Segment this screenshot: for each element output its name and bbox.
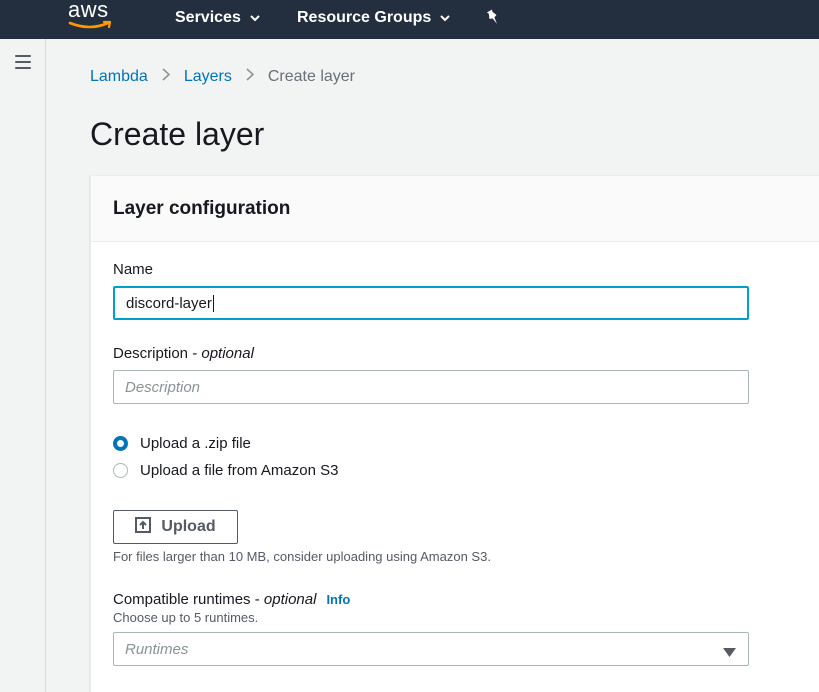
services-menu[interactable]: Services	[175, 0, 260, 36]
runtimes-optional: optional	[263, 591, 317, 608]
description-input[interactable]: Description	[113, 370, 749, 404]
upload-button[interactable]: Upload	[113, 510, 238, 544]
radio-upload-s3-label: Upload a file from Amazon S3	[140, 462, 339, 479]
name-label: Name	[113, 261, 154, 278]
chevron-down-icon	[250, 9, 260, 27]
caret-down-icon	[723, 644, 736, 661]
description-label: Description - optional	[113, 345, 254, 362]
breadcrumb-layers[interactable]: Layers	[184, 68, 232, 86]
aws-smile-icon	[68, 20, 112, 29]
runtimes-label-text: Compatible runtimes -	[113, 591, 264, 608]
chevron-down-icon	[440, 9, 450, 27]
name-input-value: discord-layer	[126, 294, 212, 312]
layer-configuration-panel: Layer configuration Name discord-layer D…	[90, 175, 819, 692]
runtimes-placeholder: Runtimes	[125, 640, 189, 658]
chevron-right-icon	[162, 68, 171, 86]
text-caret	[212, 294, 214, 312]
name-input[interactable]: discord-layer	[113, 286, 749, 320]
resource-groups-label: Resource Groups	[297, 9, 432, 26]
breadcrumb: Lambda Layers Create layer	[90, 68, 355, 86]
radio-upload-zip-label: Upload a .zip file	[140, 435, 251, 452]
runtimes-hint: Choose up to 5 runtimes.	[113, 610, 259, 625]
radio-button-unchecked[interactable]	[113, 463, 128, 478]
runtimes-select[interactable]: Runtimes	[113, 632, 749, 666]
resource-groups-menu[interactable]: Resource Groups	[297, 0, 450, 36]
radio-upload-s3[interactable]: Upload a file from Amazon S3	[113, 462, 338, 479]
runtimes-label: Compatible runtimes - optional Info	[113, 591, 350, 608]
services-label: Services	[175, 9, 241, 26]
upload-icon	[135, 516, 152, 538]
upload-hint: For files larger than 10 MB, consider up…	[113, 549, 491, 564]
radio-button-checked[interactable]	[113, 436, 128, 451]
top-navigation-bar: aws Services Resource Groups	[0, 0, 819, 39]
description-label-text: Description -	[113, 345, 202, 362]
radio-upload-zip[interactable]: Upload a .zip file	[113, 435, 251, 452]
upload-button-label: Upload	[161, 518, 216, 535]
description-optional: optional	[201, 345, 254, 362]
breadcrumb-current: Create layer	[267, 68, 356, 85]
panel-title: Layer configuration	[113, 198, 291, 219]
breadcrumb-lambda[interactable]: Lambda	[90, 68, 148, 86]
chevron-right-icon	[246, 68, 255, 86]
panel-header: Layer configuration	[91, 176, 819, 242]
hamburger-menu-icon[interactable]	[15, 55, 31, 69]
page-title: Create layer	[90, 116, 265, 152]
left-rail	[0, 39, 46, 692]
description-placeholder: Description	[125, 378, 201, 396]
info-link[interactable]: Info	[326, 592, 350, 607]
pin-icon[interactable]	[485, 9, 501, 27]
aws-logo[interactable]: aws	[68, 0, 116, 36]
